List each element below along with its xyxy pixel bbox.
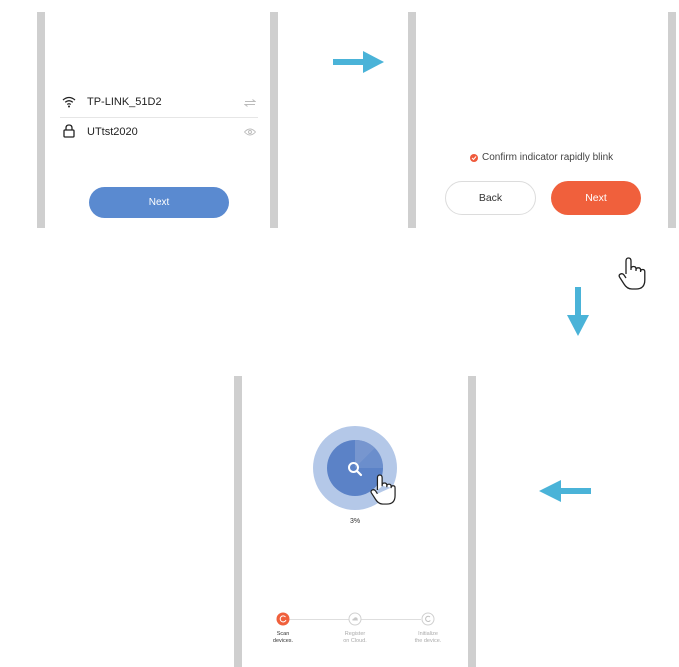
password-field[interactable]: UTtst2020 <box>87 126 138 138</box>
step-label-register: Register on Cloud. <box>343 631 367 644</box>
panel1-left-border <box>37 12 45 228</box>
arrow-left-icon <box>539 480 591 502</box>
scan-progress-percent: 3% <box>349 518 361 525</box>
step-label-initialize: Initialize the device. <box>414 631 442 644</box>
hand-pointer-icon <box>370 474 396 505</box>
lock-icon <box>63 124 75 138</box>
step-label-scan: Scan devices. <box>272 631 294 644</box>
step-cloud-icon <box>348 612 362 626</box>
arrow-down-icon <box>567 287 589 336</box>
next-button-panel2[interactable]: Next <box>551 181 641 215</box>
step-init-icon <box>421 612 435 626</box>
confirm-text: Confirm indicator rapidly blink <box>482 152 614 163</box>
next-button-panel1[interactable]: Next <box>89 187 229 218</box>
step-connector-1 <box>289 619 349 620</box>
check-icon <box>470 153 478 162</box>
panel3-left-border <box>234 376 242 667</box>
panel2-right-border <box>668 12 676 228</box>
back-button[interactable]: Back <box>445 181 536 215</box>
search-icon <box>348 462 363 477</box>
eye-icon[interactable] <box>244 128 256 136</box>
panel1-right-border <box>270 12 278 228</box>
panel2-left-border <box>408 12 416 228</box>
confirm-checkbox[interactable]: Confirm indicator rapidly blink <box>470 152 613 163</box>
wifi-name-field[interactable]: TP-LINK_51D2 <box>87 96 162 108</box>
wifi-icon <box>62 96 76 108</box>
hand-pointer-icon <box>618 257 646 290</box>
panel3-right-border <box>468 376 476 667</box>
step-scan-icon <box>276 612 290 626</box>
arrow-right-icon <box>333 51 384 73</box>
field-divider <box>60 117 258 118</box>
swap-icon[interactable] <box>244 99 256 107</box>
step-connector-2 <box>361 619 421 620</box>
